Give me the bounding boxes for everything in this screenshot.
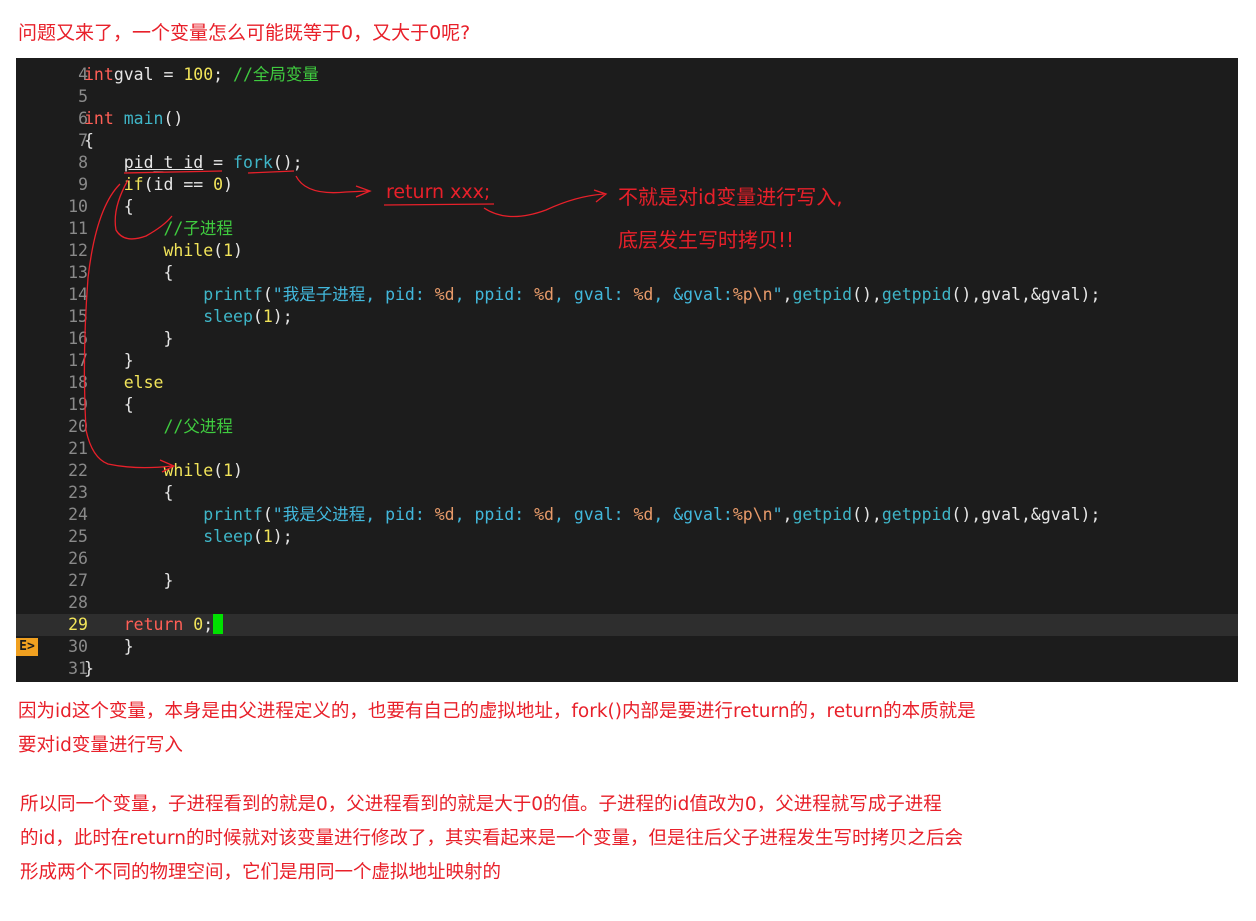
question-note: 问题又来了，一个变量怎么可能既等于0，又大于0呢? (18, 22, 471, 44)
para2-line1: 所以同一个变量，子进程看到的就是0，父进程看到的就是大于0的值。子进程的id值改… (20, 794, 942, 815)
line-number: 8 (78, 153, 88, 172)
line-number: 6 (78, 109, 88, 128)
line-number: 27 (68, 571, 88, 590)
code-text: //父进程 (163, 417, 233, 436)
line-number: 23 (68, 483, 88, 502)
code-text: intgval = 100; //全局变量 (84, 65, 319, 84)
line-number: 26 (68, 549, 88, 568)
line-number: 4 (78, 65, 88, 84)
text-cursor (213, 614, 224, 634)
code-text: while(1) (163, 461, 243, 480)
code-text: sleep(1); (203, 307, 293, 326)
line-number: 17 (68, 351, 88, 370)
code-text: printf("我是子进程, pid: %d, ppid: %d, gval: … (203, 285, 1101, 304)
write-note-line1: 不就是对id变量进行写入, (618, 185, 843, 209)
code-text: while(1) (163, 241, 243, 260)
code-text: printf("我是父进程, pid: %d, ppid: %d, gval: … (203, 505, 1101, 524)
line-number: 21 (68, 439, 88, 458)
code-line[interactable]: 6 int main() (16, 108, 1238, 130)
code-text: { (84, 131, 94, 150)
code-line[interactable]: 17 } (16, 350, 1238, 372)
code-text: } (84, 329, 174, 348)
line-number: 7 (78, 131, 88, 150)
code-line[interactable]: 25 sleep(1); (16, 526, 1238, 548)
code-line[interactable]: 27 } (16, 570, 1238, 592)
code-line[interactable]: 24 printf("我是父进程, pid: %d, ppid: %d, gva… (16, 504, 1238, 526)
code-line[interactable]: 19 { (16, 394, 1238, 416)
code-text: pid_t id = fork(); (123, 153, 303, 172)
code-text: { (84, 395, 134, 414)
return-xxx-label: return xxx; (386, 181, 491, 203)
code-text: } (84, 571, 174, 590)
code-line[interactable]: 18 else (16, 372, 1238, 394)
code-text: { (84, 483, 174, 502)
code-text: else (123, 373, 164, 392)
code-line[interactable]: 5 (16, 86, 1238, 108)
explanation-para-2: 所以同一个变量，子进程看到的就是0，父进程看到的就是大于0的值。子进程的id值改… (20, 788, 963, 890)
code-line[interactable]: 4 intgval = 100; //全局变量 (16, 64, 1238, 86)
code-line[interactable]: 28 (16, 592, 1238, 614)
code-line[interactable]: 16 } (16, 328, 1238, 350)
para1-line2: 要对id变量进行写入 (18, 735, 183, 756)
code-text: } (84, 351, 134, 370)
line-number: 10 (68, 197, 88, 216)
explanation-para-1: 因为id这个变量，本身是由父进程定义的，也要有自己的虚拟地址，fork()内部是… (18, 695, 976, 763)
code-text: if(id == 0) (123, 175, 234, 194)
line-number: 22 (68, 461, 88, 480)
code-editor[interactable]: 4 intgval = 100; //全局变量 5 6 int main() 7{8 pi… (16, 58, 1238, 682)
code-text: { (84, 263, 174, 282)
code-text: } (84, 637, 134, 656)
code-text: //子进程 (163, 219, 233, 238)
code-text: int main() (84, 109, 184, 128)
code-text: } (84, 659, 94, 678)
para1-line1: 因为id这个变量，本身是由父进程定义的，也要有自己的虚拟地址，fork()内部是… (18, 701, 976, 722)
line-number: 24 (68, 505, 88, 524)
line-number: 30 (68, 637, 88, 656)
line-number: 15 (68, 307, 88, 326)
code-line[interactable]: 29 return 0; (16, 614, 1238, 636)
line-number: 5 (78, 87, 88, 106)
code-line[interactable]: 14 printf("我是子进程, pid: %d, ppid: %d, gva… (16, 284, 1238, 306)
line-number: 19 (68, 395, 88, 414)
line-number: 13 (68, 263, 88, 282)
line-number: 14 (68, 285, 88, 304)
line-number: 12 (68, 241, 88, 260)
code-line[interactable]: 22 while(1) (16, 460, 1238, 482)
code-line[interactable]: 13 { (16, 262, 1238, 284)
line-number: 18 (68, 373, 88, 392)
code-text: { (84, 197, 134, 216)
code-line[interactable]: 7{ (16, 130, 1238, 152)
line-number: 11 (68, 219, 88, 238)
line-number: 31 (68, 659, 88, 678)
line-number: 25 (68, 527, 88, 546)
write-note-line2: 底层发生写时拷贝!! (618, 228, 795, 252)
line-number: 29 (68, 615, 88, 634)
line-number: 16 (68, 329, 88, 348)
error-sign-icon: E> (16, 638, 38, 656)
para2-line2: 的id，此时在return的时候就对该变量进行修改了，其实看起来是一个变量，但是… (20, 828, 963, 849)
code-line[interactable]: 26 (16, 548, 1238, 570)
code-line[interactable]: 8 pid_t id = fork(); (16, 152, 1238, 174)
para2-line3: 形成两个不同的物理空间，它们是用同一个虚拟地址映射的 (20, 862, 502, 883)
code-line[interactable]: 31} (16, 658, 1238, 680)
code-line[interactable]: 23 { (16, 482, 1238, 504)
code-line[interactable]: 15 sleep(1); (16, 306, 1238, 328)
line-number: 28 (68, 593, 88, 612)
code-line[interactable]: 21 (16, 438, 1238, 460)
line-number: 20 (68, 417, 88, 436)
code-line[interactable]: E> 30 } (16, 636, 1238, 658)
code-line[interactable]: 20 //父进程 (16, 416, 1238, 438)
code-text: sleep(1); (203, 527, 293, 546)
code-text: return 0; (84, 614, 224, 636)
line-number: 9 (78, 175, 88, 194)
